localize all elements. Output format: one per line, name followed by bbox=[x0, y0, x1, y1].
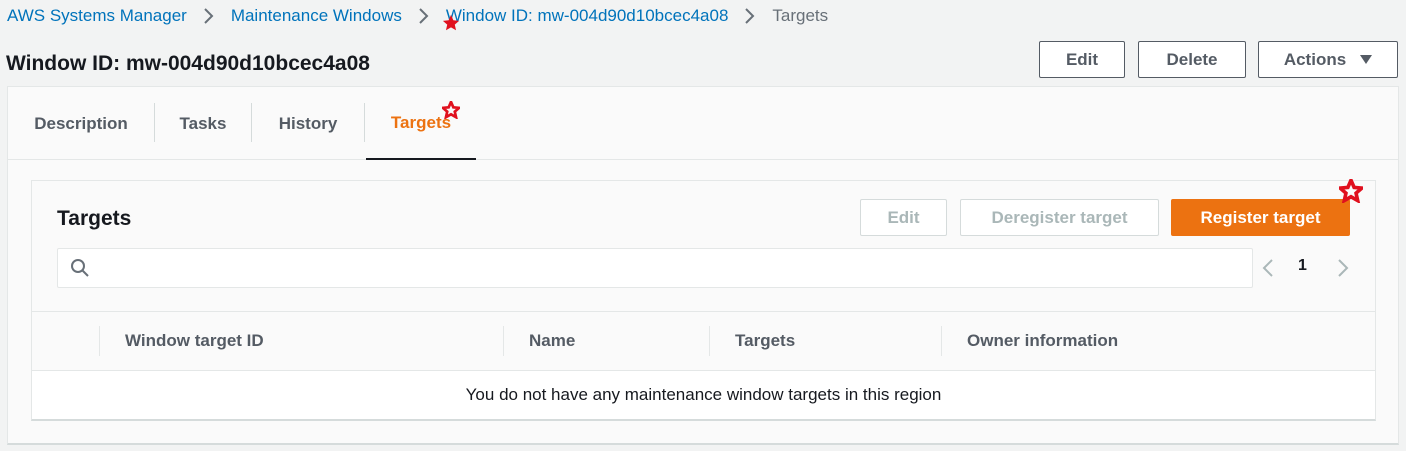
table-header: Window target ID Name Targets Owner info… bbox=[32, 311, 1375, 371]
targets-edit-button[interactable]: Edit bbox=[860, 199, 947, 236]
targets-card-title: Targets bbox=[57, 207, 132, 230]
chevron-right-icon bbox=[187, 5, 231, 27]
breadcrumb: AWS Systems Manager Maintenance Windows … bbox=[7, 5, 828, 27]
tab-description[interactable]: Description bbox=[8, 87, 154, 160]
column-header-owner-information[interactable]: Owner information bbox=[967, 312, 1118, 370]
column-divider bbox=[99, 326, 100, 356]
breadcrumb-targets: Targets bbox=[772, 6, 829, 25]
breadcrumb-window-id[interactable]: Window ID: mw-004d90d10bcec4a08 bbox=[446, 6, 729, 26]
tab-divider bbox=[364, 103, 365, 142]
caret-down-icon bbox=[1360, 55, 1373, 64]
targets-card: Targets Edit Deregister target Register … bbox=[31, 179, 1376, 421]
deregister-target-button[interactable]: Deregister target bbox=[960, 199, 1159, 236]
delete-button[interactable]: Delete bbox=[1138, 41, 1246, 78]
empty-table-message: You do not have any maintenance window t… bbox=[32, 371, 1375, 419]
star-marker-icon bbox=[442, 14, 460, 31]
column-divider bbox=[709, 326, 710, 356]
column-header-name[interactable]: Name bbox=[529, 312, 575, 370]
breadcrumb-maintenance-windows[interactable]: Maintenance Windows bbox=[231, 6, 402, 26]
search-input[interactable] bbox=[98, 253, 1238, 283]
column-header-targets[interactable]: Targets bbox=[735, 312, 795, 370]
edit-button[interactable]: Edit bbox=[1039, 41, 1125, 78]
chevron-right-icon bbox=[728, 5, 772, 27]
next-page-icon[interactable] bbox=[1336, 251, 1350, 285]
star-marker-icon bbox=[1339, 179, 1363, 203]
tab-history[interactable]: History bbox=[252, 87, 364, 160]
page-title: Window ID: mw-004d90d10bcec4a08 bbox=[6, 52, 370, 75]
current-page-number[interactable]: 1 bbox=[1298, 257, 1307, 275]
main-panel: Description Tasks History Targets Target… bbox=[7, 86, 1399, 445]
tab-tasks[interactable]: Tasks bbox=[155, 87, 251, 160]
column-divider bbox=[941, 326, 942, 356]
register-target-button[interactable]: Register target bbox=[1171, 199, 1350, 236]
star-marker-icon bbox=[442, 101, 460, 119]
search-bar bbox=[57, 248, 1253, 288]
column-divider bbox=[503, 326, 504, 356]
search-icon bbox=[70, 258, 90, 283]
previous-page-icon[interactable] bbox=[1261, 251, 1275, 285]
chevron-right-icon bbox=[402, 5, 446, 27]
tab-targets[interactable]: Targets bbox=[366, 87, 476, 160]
actions-label: Actions bbox=[1283, 49, 1347, 69]
actions-dropdown[interactable]: Actions bbox=[1258, 41, 1398, 78]
breadcrumb-systems-manager[interactable]: AWS Systems Manager bbox=[7, 6, 187, 26]
tab-bar: Description Tasks History Targets bbox=[8, 87, 1398, 160]
column-header-window-target-id[interactable]: Window target ID bbox=[125, 312, 264, 370]
